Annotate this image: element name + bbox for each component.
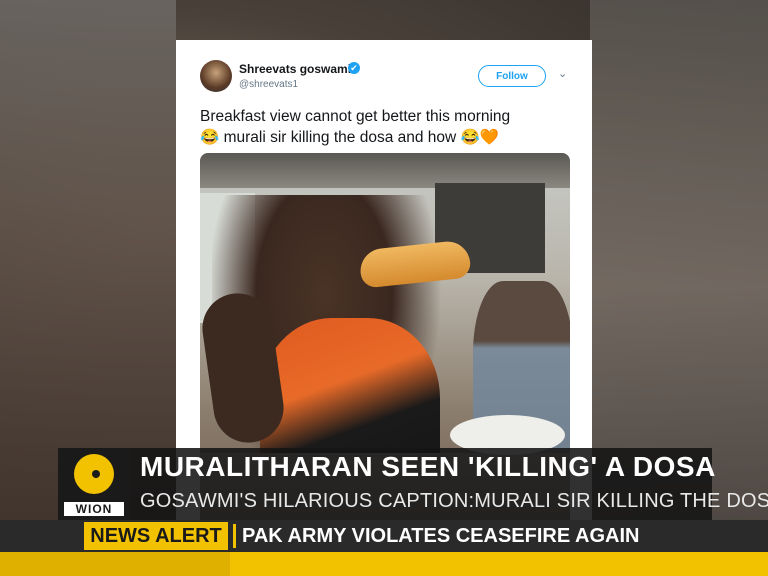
bottom-strip-accent (0, 552, 230, 576)
tweet-text-line-1: Breakfast view cannot get better this mo… (200, 108, 511, 125)
verified-badge-icon: ✔ (348, 62, 360, 74)
tweet-handle[interactable]: @shreevats1 (239, 79, 298, 90)
wion-logo-sun-icon (74, 454, 114, 494)
headline: MURALITHARAN SEEN 'KILLING' A DOSA (140, 451, 716, 482)
wion-logo-text: WION (64, 502, 124, 516)
subheadline: GOSAWMI'S HILARIOUS CAPTION:MURALI SIR K… (140, 490, 768, 512)
tweet-text: Breakfast view cannot get better this mo… (200, 106, 580, 148)
ticker-divider (233, 524, 236, 548)
news-ticker-text: PAK ARMY VIOLATES CEASEFIRE AGAIN (242, 525, 640, 547)
wion-logo: WION (58, 448, 130, 520)
avatar[interactable] (200, 60, 232, 92)
follow-button[interactable]: Follow (478, 65, 546, 87)
chevron-down-icon[interactable]: ⌄ (558, 67, 567, 80)
news-alert-label: NEWS ALERT (84, 522, 228, 550)
tweet-text-line-2: 😂 murali sir killing the dosa and how 😂🧡 (200, 129, 500, 146)
tweet-display-name[interactable]: Shreevats goswami (239, 62, 351, 76)
